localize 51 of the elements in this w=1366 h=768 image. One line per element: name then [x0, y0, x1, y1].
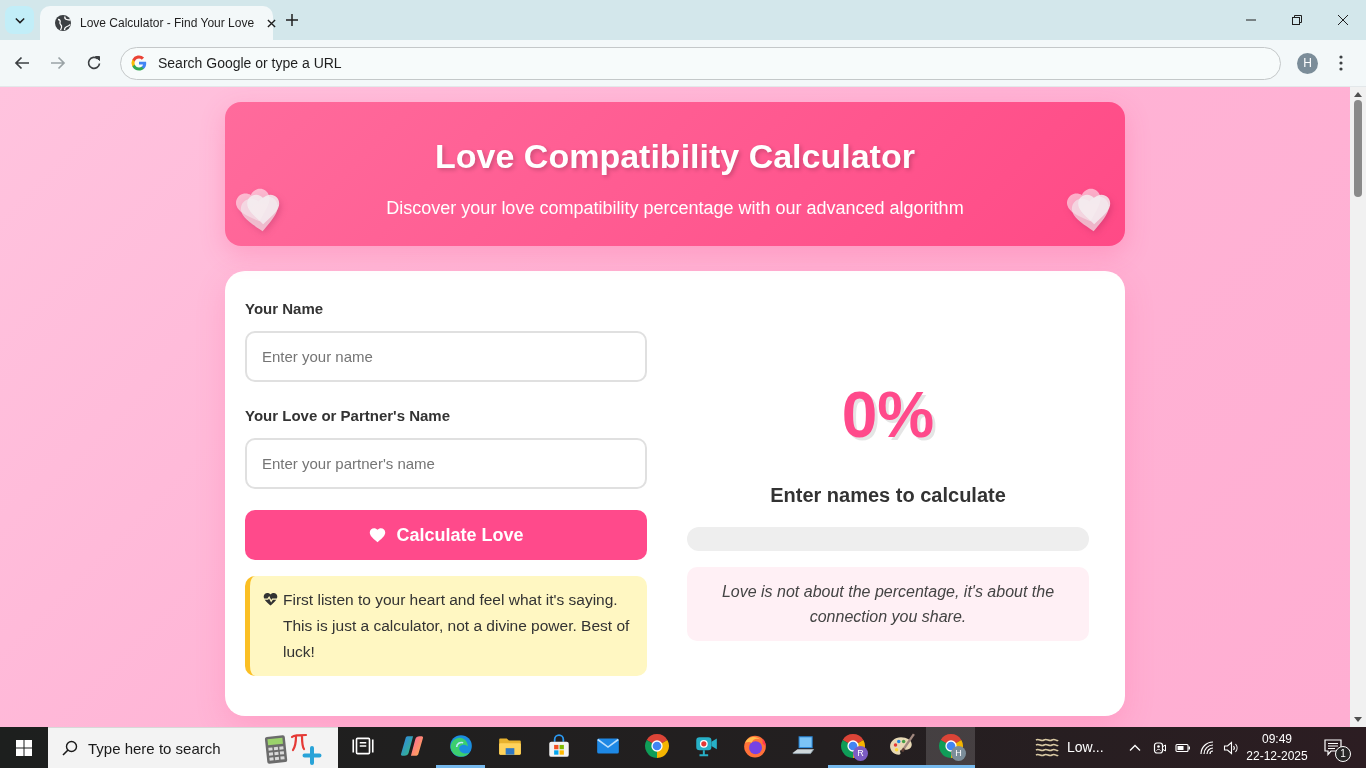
- ringed-circle-icon: [741, 733, 768, 759]
- video-camera-icon: [1151, 739, 1167, 756]
- heart-icon: [368, 526, 388, 544]
- chevron-down-icon: [14, 16, 25, 24]
- weather-button[interactable]: Low...: [1027, 727, 1123, 768]
- windows-logo-icon: [16, 739, 32, 756]
- google-logo-icon: [130, 54, 148, 72]
- message-bubble-icon: [1324, 739, 1342, 756]
- slanted-bars-icon: [398, 733, 425, 759]
- percentage-text: 0%: [841, 379, 935, 451]
- calculator-icon: [264, 731, 324, 765]
- page-subtitle: Discover your love compatibility percentage with our advanced algorithm: [386, 197, 964, 220]
- taskbar-search-field[interactable]: Type here to search: [88, 728, 248, 768]
- page-title: Love Compatibility Calculator: [435, 136, 915, 176]
- notification-button[interactable]: 1: [1311, 727, 1355, 768]
- restore-icon: [1292, 15, 1302, 25]
- field-label: Your Name: [245, 299, 325, 319]
- reload-icon: [86, 55, 102, 71]
- status-text: Enter names to calculate: [770, 483, 1006, 508]
- swirl-circle-icon: [447, 733, 474, 759]
- scroll-down-icon[interactable]: [1354, 717, 1362, 722]
- search-icon: [62, 740, 78, 756]
- back-arrow-icon: [14, 55, 30, 71]
- partner-name-input[interactable]: Enter your partner's name: [245, 438, 647, 489]
- note-text: First listen to your heart and feel what it's saying. This is just a calculator, not a divine power. Best of luck!: [283, 590, 631, 662]
- taskbar-button[interactable]: R: [828, 727, 877, 768]
- profile-badge: H: [951, 746, 966, 761]
- close-icon: [266, 18, 276, 28]
- haze-icon: [1035, 736, 1059, 759]
- wifi-icon: [1199, 739, 1215, 756]
- speaker-icon: [1223, 739, 1239, 756]
- scroll-up-icon[interactable]: [1354, 92, 1362, 97]
- browser-tab[interactable]: Love Calculator - Find Your Love: [40, 6, 273, 40]
- forward-arrow-icon: [50, 55, 66, 71]
- scrollbar[interactable]: [1350, 87, 1366, 727]
- name-input[interactable]: Enter your name: [245, 331, 647, 382]
- clock-button[interactable]: 09:49 22-12-2025: [1243, 727, 1311, 768]
- clock-time: 09:49: [1262, 730, 1292, 748]
- heartbeat-icon: [262, 592, 279, 607]
- clock-date: 22-12-2025: [1246, 747, 1308, 765]
- quote-text: Love is not about the percentage, it's about the connection you share.: [687, 567, 1089, 641]
- field-label: Your Love or Partner's Name: [245, 406, 452, 426]
- scroll-thumb[interactable]: [1354, 100, 1362, 197]
- plus-icon: [286, 14, 298, 26]
- taskbar-search-box[interactable]: Type here to search: [48, 727, 338, 768]
- globe-icon: [55, 15, 71, 31]
- notification-count: 1: [1335, 746, 1351, 762]
- segmented-circle-icon: [643, 733, 670, 759]
- close-icon: [1338, 15, 1348, 25]
- profile-badge: R: [853, 746, 868, 761]
- kebab-menu-icon: [1339, 55, 1343, 71]
